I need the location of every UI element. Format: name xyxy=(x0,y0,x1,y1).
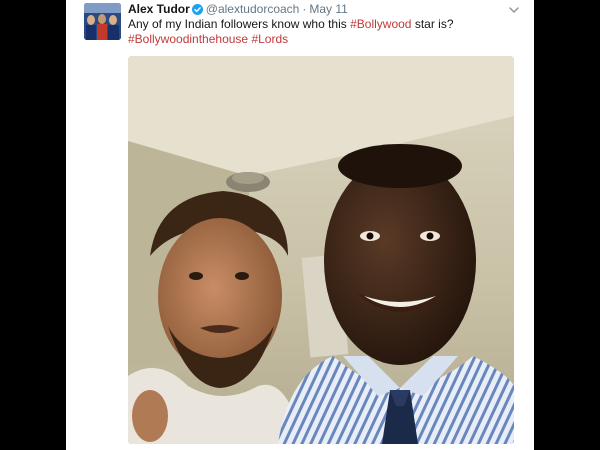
chevron-down-icon[interactable] xyxy=(508,2,520,14)
hashtag-bollywood[interactable]: #Bollywood xyxy=(350,17,411,31)
header-separator: · xyxy=(302,2,307,16)
author-name[interactable]: Alex Tudor xyxy=(128,2,190,16)
hashtag-lords[interactable]: #Lords xyxy=(251,32,288,46)
hashtag-bollywoodinthehouse[interactable]: #Bollywoodinthehouse xyxy=(128,32,248,46)
tweet-photo[interactable] xyxy=(128,56,514,444)
author-handle[interactable]: @alextudorcoach xyxy=(206,2,300,16)
tweet-text-part: star is? xyxy=(411,17,454,31)
tweet-header: Alex Tudor @alextudorcoach · May 11 xyxy=(128,1,524,17)
tweet-text-part: Any of my Indian followers know who this xyxy=(128,17,351,31)
tweet-text: Any of my Indian followers know who this… xyxy=(128,17,518,47)
avatar[interactable] xyxy=(84,3,121,40)
tweet-card: Alex Tudor @alextudorcoach · May 11 Any of … xyxy=(66,0,534,450)
tweet-date[interactable]: May 11 xyxy=(309,2,347,16)
